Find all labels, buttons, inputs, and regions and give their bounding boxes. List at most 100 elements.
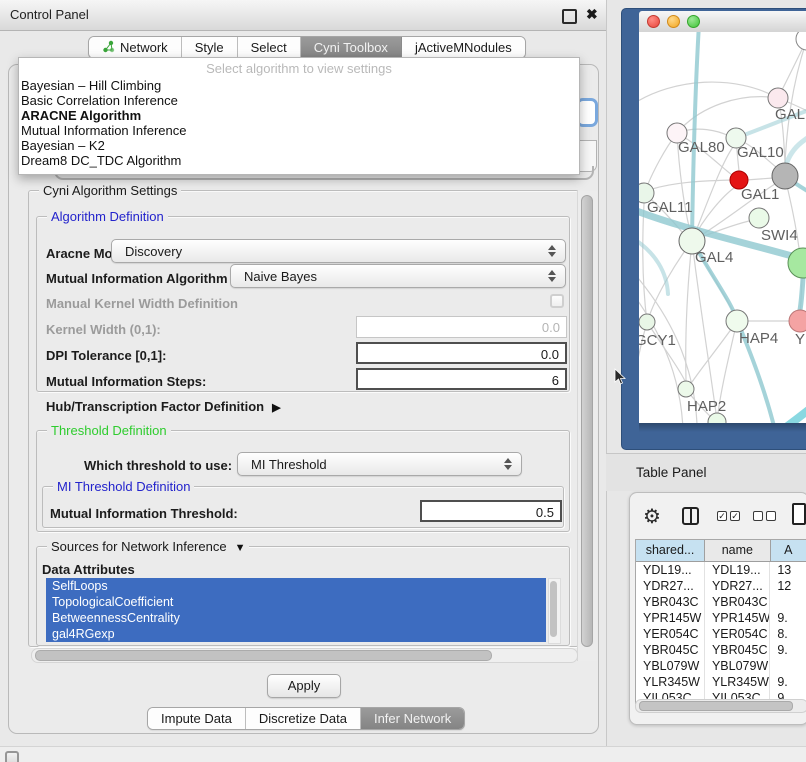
table-cell[interactable]: YLR345W: [705, 674, 770, 690]
table-cell[interactable]: 9.: [770, 674, 806, 690]
column-header-name[interactable]: name: [705, 540, 770, 561]
mi-steps-field[interactable]: 6: [356, 368, 567, 390]
algorithm-option-bayesian-k2[interactable]: Bayesian – K2: [19, 138, 579, 153]
attributes-scrollbar[interactable]: [548, 578, 561, 644]
table-cell[interactable]: YPR145W: [705, 610, 770, 626]
table-cell[interactable]: 8.: [770, 626, 806, 642]
aracne-mode-select[interactable]: Discovery: [111, 239, 566, 263]
table-cell[interactable]: YBR043C: [636, 594, 705, 610]
scrollbar-thumb[interactable]: [639, 701, 793, 711]
attribute-item-betweennesscentrality[interactable]: BetweennessCentrality: [46, 610, 546, 626]
minimize-traffic-light-icon[interactable]: [667, 15, 680, 28]
network-edge[interactable]: [692, 241, 716, 413]
network-edge[interactable]: [643, 204, 647, 322]
node-hap2[interactable]: [678, 381, 694, 397]
attribute-item-gal4rgexp[interactable]: gal4RGexp: [46, 626, 546, 642]
table-cell[interactable]: YER054C: [705, 626, 770, 642]
network-edge[interactable]: [751, 388, 806, 423]
table-cell[interactable]: YBL079W: [705, 658, 770, 674]
table-cell[interactable]: [770, 594, 806, 610]
table-cell[interactable]: YDR27...: [636, 578, 705, 594]
table-row[interactable]: YPR145WYPR145W9.: [636, 610, 806, 626]
network-edge[interactable]: [686, 241, 692, 380]
minimized-panel-icon[interactable]: [5, 751, 19, 762]
algorithm-option-dream8-dc-tdc-algorithm[interactable]: Dream8 DC_TDC Algorithm: [19, 153, 579, 168]
table-row[interactable]: YER054CYER054C8.: [636, 626, 806, 642]
columns-icon[interactable]: [682, 507, 699, 525]
algorithm-option-mutual-information-inference[interactable]: Mutual Information Inference: [19, 123, 579, 138]
table-row[interactable]: YBR045CYBR045C9.: [636, 642, 806, 658]
table-cell[interactable]: 12: [770, 578, 806, 594]
table-row[interactable]: YDL19...YDL19...13: [636, 562, 806, 578]
table-cell[interactable]: YDL19...: [705, 562, 770, 578]
scrollbar-thumb[interactable]: [35, 650, 492, 661]
select-all-icon[interactable]: ✓✓: [717, 511, 740, 521]
table-cell[interactable]: YBR045C: [705, 642, 770, 658]
mi-threshold-field[interactable]: 0.5: [420, 500, 562, 522]
scrollbar-thumb[interactable]: [550, 581, 557, 637]
collapsed-arrow-icon[interactable]: ▶: [272, 402, 280, 414]
table-cell[interactable]: YBL079W: [636, 658, 705, 674]
zoom-traffic-light-icon[interactable]: [687, 15, 700, 28]
mi-algorithm-type-select[interactable]: Naive Bayes: [230, 264, 566, 288]
close-icon[interactable]: ✖: [586, 6, 598, 23]
tab-jactivemnodules[interactable]: jActiveMNodules: [402, 37, 525, 58]
tab-select[interactable]: Select: [238, 37, 301, 58]
algorithm-option-basic-correlation-inference[interactable]: Basic Correlation Inference: [19, 93, 579, 108]
table-cell[interactable]: YBR043C: [705, 594, 770, 610]
function-builder-icon[interactable]: [792, 503, 806, 525]
tab-cyni-toolbox[interactable]: Cyni Toolbox: [301, 37, 402, 58]
tab-infer-network[interactable]: Infer Network: [361, 708, 464, 729]
apply-button[interactable]: Apply: [267, 674, 341, 698]
node-swi4[interactable]: [749, 208, 769, 228]
float-window-icon[interactable]: [562, 9, 577, 24]
manual-kernel-width-checkbox[interactable]: [550, 294, 564, 308]
settings-horizontal-scrollbar[interactable]: [31, 648, 578, 663]
algorithm-option-bayesian-hill-climbing[interactable]: Bayesian – Hill Climbing: [19, 78, 579, 93]
table-cell[interactable]: YDL19...: [636, 562, 705, 578]
table-row[interactable]: YBL079WYBL079W: [636, 658, 806, 674]
table-row[interactable]: YBR043CYBR043C: [636, 594, 806, 610]
network-edge[interactable]: [647, 322, 685, 381]
expanded-arrow-icon[interactable]: ▼: [235, 542, 246, 554]
network-edge[interactable]: [692, 32, 699, 240]
table-row[interactable]: YDR27...YDR27...12: [636, 578, 806, 594]
tab-discretize-data[interactable]: Discretize Data: [246, 708, 361, 729]
tab-impute-data[interactable]: Impute Data: [148, 708, 246, 729]
tab-style[interactable]: Style: [182, 37, 238, 58]
network-edge[interactable]: [800, 278, 803, 310]
table-cell[interactable]: 13: [770, 562, 806, 578]
table-cell[interactable]: YLR345W: [636, 674, 705, 690]
table-cell[interactable]: [770, 658, 806, 674]
group-title[interactable]: Sources for Network Inference▼: [47, 539, 249, 554]
which-threshold-select[interactable]: MI Threshold: [237, 452, 522, 476]
table-row[interactable]: YLR345WYLR345W9.: [636, 674, 806, 690]
table-cell[interactable]: YBR045C: [636, 642, 705, 658]
attribute-item-topologicalcoefficient[interactable]: TopologicalCoefficient: [46, 594, 546, 610]
table-cell[interactable]: YDR27...: [705, 578, 770, 594]
tab-network[interactable]: Network: [89, 37, 182, 58]
deselect-all-icon[interactable]: [753, 511, 776, 521]
algorithm-option-aracne-algorithm[interactable]: ARACNE Algorithm: [19, 108, 579, 123]
hub-definition-toggle[interactable]: Hub/Transcription Factor Definition▶: [46, 399, 281, 414]
settings-vertical-scrollbar[interactable]: [577, 191, 597, 661]
gear-icon[interactable]: ⚙: [643, 504, 661, 529]
kernel-width-field[interactable]: 0.0: [356, 316, 567, 338]
dpi-tolerance-field[interactable]: 0.0: [356, 342, 567, 364]
network-edge[interactable]: [787, 128, 806, 162]
table-cell[interactable]: YPR145W: [636, 610, 705, 626]
attribute-item-selfloops[interactable]: SelfLoops: [46, 578, 546, 594]
node-gal-pink[interactable]: [768, 88, 788, 108]
column-header-shared[interactable]: shared...: [636, 540, 705, 561]
node-top-partial[interactable]: [796, 32, 806, 50]
scrollbar-thumb[interactable]: [581, 195, 593, 647]
node-gcy1[interactable]: [639, 314, 655, 330]
table-cell[interactable]: 9.: [770, 610, 806, 626]
network-graph[interactable]: GALGAL80GAL10GAL1GAL11SWI4GAL4GCY1HAP4YH…: [639, 32, 806, 423]
table-cell[interactable]: YER054C: [636, 626, 705, 642]
node-salmon[interactable]: [789, 310, 806, 332]
column-header-a[interactable]: A: [771, 540, 806, 561]
table-horizontal-scrollbar[interactable]: [635, 699, 806, 713]
close-traffic-light-icon[interactable]: [647, 15, 660, 28]
network-edge[interactable]: [746, 178, 773, 180]
